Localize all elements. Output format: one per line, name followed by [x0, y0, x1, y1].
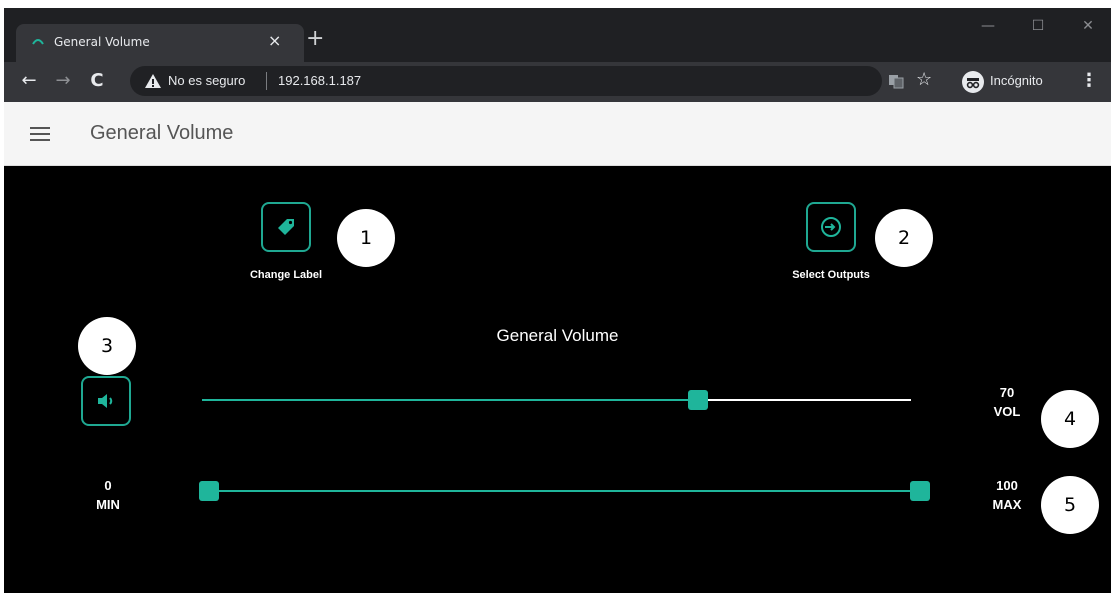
- main-content: Change Label Select Outputs General Volu…: [4, 166, 1111, 593]
- range-max-thumb[interactable]: [910, 481, 930, 501]
- incognito-icon[interactable]: [962, 71, 984, 93]
- tab-close-icon[interactable]: ×: [268, 32, 281, 50]
- tab-favicon: [32, 39, 44, 45]
- select-outputs-text: Select Outputs: [792, 269, 870, 281]
- minimize-button[interactable]: —: [978, 16, 998, 36]
- callout-2: 2: [875, 209, 933, 267]
- new-tab-button[interactable]: +: [306, 28, 324, 50]
- range-min-thumb[interactable]: [199, 481, 219, 501]
- range-min-label: MIN: [96, 497, 120, 512]
- tab-strip: General Volume × + — ☐ ✕: [4, 8, 1111, 62]
- maximize-button[interactable]: ☐: [1028, 16, 1048, 36]
- address-bar[interactable]: No es seguro 192.168.1.187: [130, 66, 882, 96]
- volume-track-filled[interactable]: [202, 399, 699, 401]
- change-label-button[interactable]: [261, 202, 311, 252]
- browser-tab[interactable]: General Volume ×: [16, 24, 304, 62]
- url-text[interactable]: 192.168.1.187: [278, 73, 361, 88]
- select-outputs-button[interactable]: [806, 202, 856, 252]
- volume-section-title: General Volume: [496, 326, 619, 345]
- omnibox-divider: [266, 72, 267, 90]
- volume-track-empty[interactable]: [698, 399, 911, 401]
- warning-icon: [145, 74, 161, 88]
- volume-slider-thumb[interactable]: [688, 390, 709, 410]
- tag-icon: [278, 219, 294, 235]
- range-track-filled[interactable]: [209, 490, 920, 492]
- range-min-value: 0: [104, 478, 112, 493]
- incognito-label: Incógnito: [990, 73, 1043, 88]
- back-button[interactable]: ←: [18, 70, 40, 92]
- translate-icon[interactable]: [888, 73, 904, 89]
- page-title: General Volume: [90, 122, 234, 144]
- callout-3: 3: [78, 317, 136, 375]
- change-label-text: Change Label: [249, 269, 323, 281]
- volume-unit: VOL: [993, 404, 1021, 419]
- output-select-icon: [821, 217, 841, 237]
- callout-5: 5: [1041, 476, 1099, 534]
- browser-toolbar: ← → C No es seguro 192.168.1.187 ☆ Incóg…: [4, 62, 1111, 102]
- browser-window: General Volume × + — ☐ ✕ ← → C No es seg…: [4, 8, 1111, 593]
- bookmark-star-icon[interactable]: ☆: [916, 69, 932, 91]
- close-window-button[interactable]: ✕: [1078, 16, 1098, 36]
- app-bar: General Volume: [4, 102, 1111, 166]
- reload-button[interactable]: C: [86, 70, 108, 92]
- volume-value: 70: [999, 385, 1015, 400]
- menu-icon[interactable]: ⋮: [1080, 70, 1098, 92]
- callout-1: 1: [337, 209, 395, 267]
- range-max-label: MAX: [992, 497, 1022, 512]
- callout-4: 4: [1041, 390, 1099, 448]
- forward-button[interactable]: →: [52, 70, 74, 92]
- tab-title: General Volume: [54, 35, 150, 49]
- mute-button[interactable]: [81, 376, 131, 426]
- range-max-value: 100: [996, 478, 1018, 493]
- hamburger-menu-icon[interactable]: [30, 127, 50, 141]
- speaker-icon: [98, 394, 113, 408]
- security-status: No es seguro: [168, 73, 246, 88]
